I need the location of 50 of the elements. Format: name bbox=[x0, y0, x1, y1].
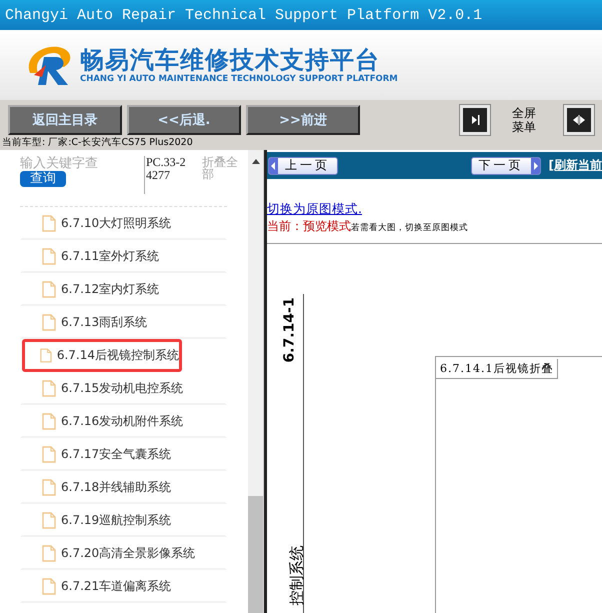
tree-item[interactable]: 6.7.13雨刮系统 bbox=[20, 306, 227, 339]
play-bar-icon bbox=[469, 114, 481, 126]
tree-item[interactable]: 6.7.10大灯照明系统 bbox=[20, 207, 227, 240]
tree-item[interactable]: 6.7.17安全气囊系统 bbox=[20, 438, 227, 471]
document-icon bbox=[42, 215, 56, 232]
tree-item[interactable]: 6.7.14后视镜控制系统 bbox=[22, 339, 182, 372]
nav-button[interactable]: >>前进 bbox=[246, 105, 360, 135]
tree-item[interactable]: 6.7.19巡航控制系统 bbox=[20, 504, 227, 537]
document-icon bbox=[42, 479, 56, 496]
next-page-button[interactable]: 下一页 bbox=[470, 156, 541, 174]
scrollbar[interactable] bbox=[248, 150, 263, 613]
document-icon bbox=[42, 314, 56, 331]
document-icon bbox=[42, 545, 56, 562]
document-icon bbox=[42, 248, 56, 265]
fullscreen-menu-label: 全屏菜单 bbox=[511, 106, 537, 134]
tree-item[interactable]: 6.7.12室内灯系统 bbox=[20, 273, 227, 306]
document-icon bbox=[42, 446, 56, 463]
tree-item[interactable]: 6.7.11室外灯系统 bbox=[20, 240, 227, 273]
nav-button[interactable]: <<后退. bbox=[127, 105, 241, 135]
tree-item[interactable]: 6.7.20高清全景影像系统 bbox=[20, 537, 227, 570]
document-icon bbox=[42, 578, 56, 595]
document-icon bbox=[42, 281, 56, 298]
document-icon bbox=[42, 413, 56, 430]
previous-page-button[interactable]: 上一页 bbox=[268, 156, 338, 174]
expand-panel-button[interactable] bbox=[564, 105, 594, 135]
current-model-text: 当前车型: 厂家:C-长安汽车CS75 Plus2020 bbox=[1, 136, 194, 150]
nav-button[interactable]: 返回主目录 bbox=[8, 105, 122, 135]
document-icon bbox=[40, 347, 52, 364]
switch-mode-link[interactable]: 切换为原图模式. bbox=[267, 201, 602, 218]
figure-caption: 6.7.14.1后视镜折叠 bbox=[436, 359, 558, 379]
tree-item[interactable]: 6.7.15发动机电控系统 bbox=[20, 372, 227, 405]
tree-item[interactable]: 6.7.21车道偏离系统 bbox=[20, 570, 227, 603]
scroll-up-icon[interactable] bbox=[252, 159, 260, 164]
refresh-link[interactable]: [刷新当前 bbox=[548, 157, 602, 174]
current-mode-label: 当前：预览模式 bbox=[267, 218, 351, 235]
section-title: 控制系统 bbox=[288, 546, 306, 606]
collapse-panel-button[interactable] bbox=[460, 105, 490, 135]
document-code: PC.33-24277 bbox=[144, 156, 190, 194]
window-title: Changyi Auto Repair Technical Support Platform V2.0.1 bbox=[5, 6, 482, 24]
platform-subtitle: CHANG YI AUTO MAINTENANCE TECHNOLOGY SUPPORT PLATFORM bbox=[80, 74, 398, 84]
document-icon bbox=[42, 512, 56, 529]
page-number: 6.7.14-1 bbox=[282, 297, 298, 363]
mode-hint: 若需看大图，切换至原图模式 bbox=[351, 222, 468, 234]
scrollbar-thumb[interactable] bbox=[248, 496, 263, 613]
tree-item[interactable]: 6.7.18并线辅助系统 bbox=[20, 471, 227, 504]
document-icon bbox=[42, 380, 56, 397]
platform-title: 畅易汽车维修技术支持平台 bbox=[80, 46, 381, 74]
double-arrow-icon bbox=[572, 114, 586, 126]
tree-item[interactable]: 6.7.16发动机附件系统 bbox=[20, 405, 227, 438]
search-button[interactable]: 查询 bbox=[20, 171, 66, 187]
